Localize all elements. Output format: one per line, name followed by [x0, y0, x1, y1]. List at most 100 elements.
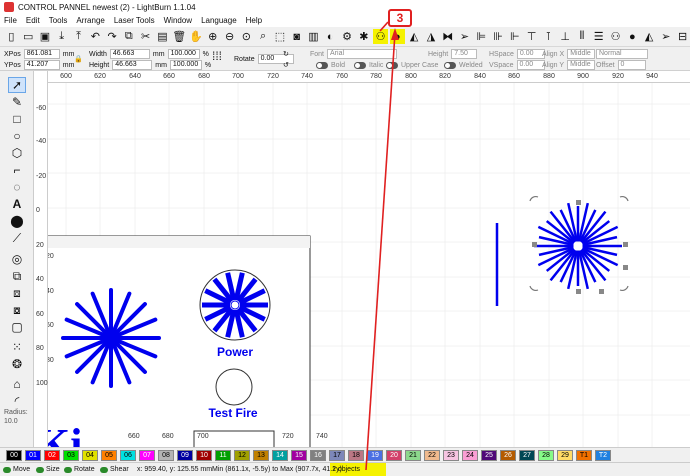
palette-swatch-19[interactable]: 19 [367, 450, 383, 461]
hand-pan-icon[interactable]: ✋ [189, 29, 204, 44]
select-tool-icon[interactable]: ➚ [8, 77, 26, 93]
palette-swatch-10[interactable]: 10 [196, 450, 212, 461]
italic-toggle[interactable] [354, 61, 366, 69]
menu-arrange[interactable]: Arrange [76, 16, 104, 25]
welded-toggle[interactable] [444, 61, 456, 69]
palette-swatch-13[interactable]: 13 [253, 450, 269, 461]
palette-swatch-14[interactable]: 14 [272, 450, 288, 461]
xpos-input[interactable]: 861.081 [23, 49, 60, 59]
palette-swatch-26[interactable]: 26 [500, 450, 516, 461]
menu-window[interactable]: Window [164, 16, 192, 25]
bezier-tool-icon[interactable]: ◌ [8, 179, 26, 195]
boolean-subtract-icon[interactable]: ⧈ [8, 285, 26, 301]
position-laser-icon[interactable]: ⬤ [8, 213, 26, 229]
palette-swatch-20[interactable]: 20 [386, 450, 402, 461]
grid-array-icon[interactable]: ⁙ [8, 339, 26, 355]
open-folder-icon[interactable]: ▭ [21, 29, 36, 44]
palette-swatch-07[interactable]: 07 [139, 450, 155, 461]
circular-array-icon[interactable]: ❂ [8, 356, 26, 372]
palette-swatch-T1[interactable]: T1 [576, 450, 592, 461]
zoom-page-icon[interactable]: ⌕ [256, 29, 271, 44]
rotate-ccw-icon[interactable]: ↺ [283, 61, 289, 69]
line-tool-icon[interactable]: ⌐ [8, 162, 26, 178]
rectangle-tool-icon[interactable]: □ [8, 111, 26, 127]
export-icon[interactable]: ⤒ [71, 29, 86, 44]
palette-swatch-24[interactable]: 24 [462, 450, 478, 461]
tab-icon[interactable]: ⌂ [8, 376, 26, 392]
alignx-select[interactable]: Middle [567, 49, 596, 59]
more-icon[interactable]: ⊟ [675, 29, 690, 44]
trace-image-icon[interactable]: ◐ [323, 29, 338, 44]
undo-icon[interactable]: ↶ [88, 29, 103, 44]
palette-swatch-T2[interactable]: T2 [595, 450, 611, 461]
ungroup-icon[interactable]: ● [389, 29, 405, 44]
text-mode-select[interactable]: Normal [596, 49, 648, 59]
ellipse-tool-icon[interactable]: ○ [8, 128, 26, 144]
palette-swatch-02[interactable]: 02 [44, 450, 60, 461]
flip-vertical-icon[interactable]: ◮ [424, 29, 439, 44]
save-icon[interactable]: ▣ [38, 29, 53, 44]
send-icon[interactable]: ➢ [457, 29, 472, 44]
import-icon[interactable]: ⤓ [54, 29, 69, 44]
anchor-grid-icon[interactable]: ⁞⁞⁞ [212, 49, 222, 63]
offset-shapes-icon[interactable]: ◎ [8, 251, 26, 267]
palette-swatch-03[interactable]: 03 [63, 450, 79, 461]
font-select[interactable]: Arial [327, 49, 398, 59]
zoom-selection-icon[interactable]: ⬚ [273, 29, 288, 44]
distribute-h-icon[interactable]: ⫴ [575, 29, 590, 44]
align-top-icon[interactable]: ⊤ [524, 29, 539, 44]
hspace-input[interactable]: 0.00 [516, 49, 545, 59]
frame-icon[interactable]: ▥ [306, 29, 321, 44]
palette-swatch-00[interactable]: 00 [6, 450, 22, 461]
offset-input[interactable]: 0 [617, 60, 646, 70]
cut-icon[interactable]: ✂ [138, 29, 153, 44]
palette-swatch-05[interactable]: 05 [101, 450, 117, 461]
bold-toggle[interactable] [316, 61, 328, 69]
group-icon[interactable]: ⚇ [373, 29, 388, 44]
new-file-icon[interactable]: ▯ [4, 29, 19, 44]
palette-swatch-22[interactable]: 22 [424, 450, 440, 461]
group-icon-2[interactable]: ⚇ [608, 29, 623, 44]
boolean-intersect-icon[interactable]: ⧇ [8, 302, 26, 318]
paste-icon[interactable]: ▤ [155, 29, 170, 44]
send-icon-2[interactable]: ➢ [658, 29, 673, 44]
menu-tools[interactable]: Tools [49, 16, 68, 25]
weld-icon[interactable]: ▢ [8, 319, 26, 335]
palette-swatch-21[interactable]: 21 [405, 450, 421, 461]
design-canvas[interactable]: Power Test Fire Ki 20 40 60 80 660 680 7… [48, 83, 690, 457]
palette-swatch-28[interactable]: 28 [538, 450, 554, 461]
rotate-cw-icon[interactable]: ↻ [283, 50, 289, 58]
mirror-icon[interactable]: ⧓ [440, 29, 455, 44]
device-settings-icon[interactable]: ✱ [356, 29, 371, 44]
align-left-icon[interactable]: ⊫ [474, 29, 489, 44]
menu-laser-tools[interactable]: Laser Tools [114, 16, 155, 25]
palette-swatch-01[interactable]: 01 [25, 450, 41, 461]
lock-icon[interactable]: 🔒 [74, 55, 83, 63]
align-right-icon[interactable]: ⊩ [507, 29, 522, 44]
palette-swatch-08[interactable]: 08 [158, 450, 174, 461]
polygon-tool-icon[interactable]: ⬡ [8, 145, 26, 161]
width-input[interactable]: 46.663 [109, 49, 150, 59]
palette-swatch-04[interactable]: 04 [82, 450, 98, 461]
palette-swatch-12[interactable]: 12 [234, 450, 250, 461]
menu-file[interactable]: File [4, 16, 17, 25]
settings-gear-icon[interactable]: ⚙ [340, 29, 355, 44]
radius-value[interactable]: 10.0 [4, 418, 18, 425]
menu-edit[interactable]: Edit [26, 16, 40, 25]
align-bottom-icon[interactable]: ⊥ [558, 29, 573, 44]
redo-icon[interactable]: ↷ [105, 29, 120, 44]
shear-toggle[interactable] [100, 466, 108, 473]
menu-help[interactable]: Help [246, 16, 262, 25]
user-icon[interactable]: ● [625, 29, 640, 44]
palette-swatch-16[interactable]: 16 [310, 450, 326, 461]
palette-swatch-23[interactable]: 23 [443, 450, 459, 461]
move-toggle[interactable] [3, 466, 11, 473]
palette-swatch-15[interactable]: 15 [291, 450, 307, 461]
align-middle-icon[interactable]: ⊺ [541, 29, 556, 44]
flip-icon-2[interactable]: ◭ [642, 29, 657, 44]
corner-icon[interactable]: ◜ [8, 393, 26, 409]
palette-swatch-11[interactable]: 11 [215, 450, 231, 461]
camera-icon[interactable]: ◙ [289, 29, 304, 44]
measure-tool-icon[interactable]: ⟋ [8, 230, 26, 246]
edit-nodes-icon[interactable]: ✎ [8, 94, 26, 110]
